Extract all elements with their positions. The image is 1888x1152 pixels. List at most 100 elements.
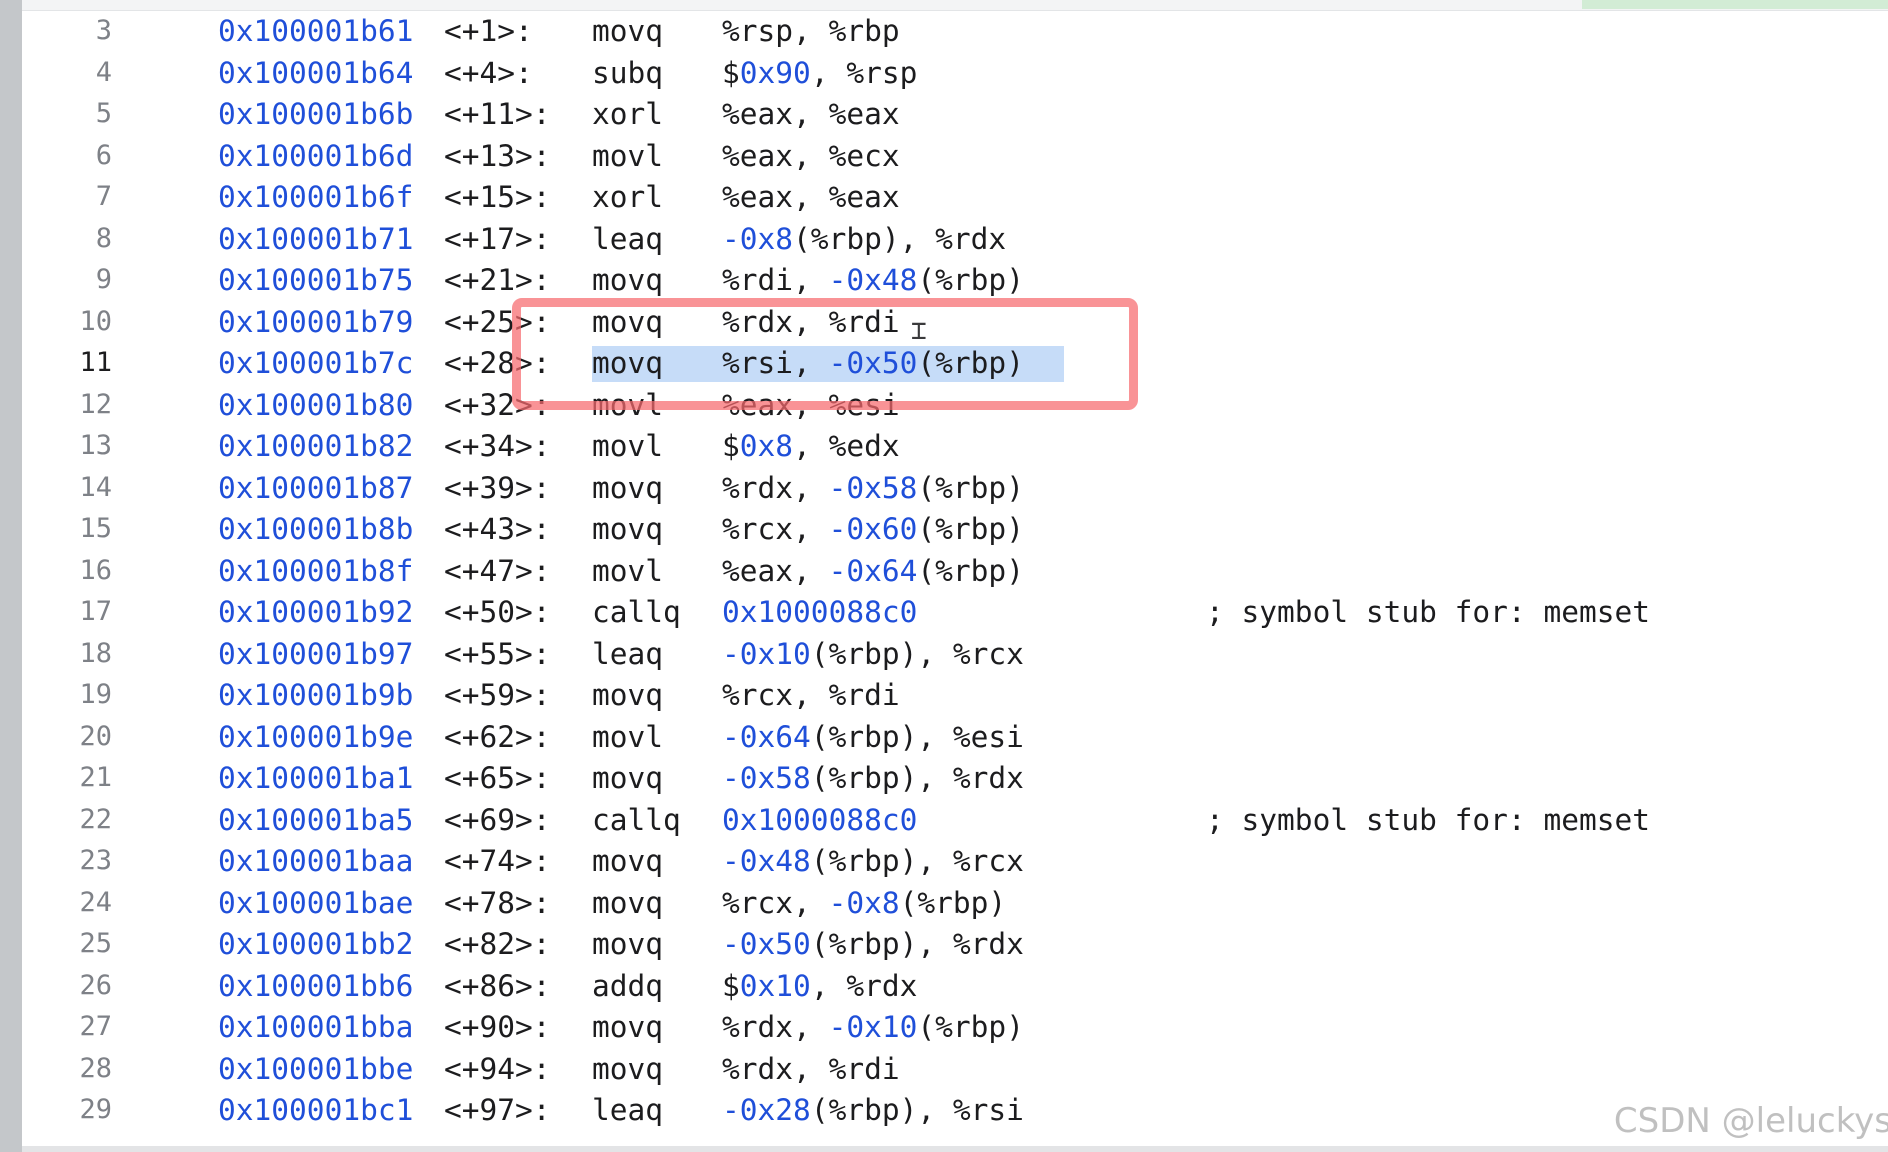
instruction-row[interactable]: 18 0x100001b97 <+55>: leaq -0x10(%rbp), %rcx [22, 633, 1888, 675]
instruction-row[interactable]: 7 0x100001b6f <+15>: xorl %eax, %eax [22, 176, 1888, 218]
instruction-mnemonic: movq [592, 678, 664, 712]
annotation-highlight-box [512, 298, 1138, 410]
instruction-mnemonic: movq [592, 885, 664, 920]
instruction-row[interactable]: 13 0x100001b82 <+34>: movl $0x8, %edx [22, 425, 1888, 467]
line-number: 18 [79, 637, 112, 669]
instruction-row[interactable]: 21 0x100001ba1 <+65>: movq -0x58(%rbp), %rdx [22, 757, 1888, 799]
instruction-offset: <+39>: [444, 470, 551, 505]
instruction-row[interactable]: 27 0x100001bba <+90>: movq %rdx, -0x10(%rbp) [22, 1006, 1888, 1048]
hex-literal: -0x58 [722, 761, 811, 795]
instruction-row[interactable]: 9 0x100001b75 <+21>: movq %rdi, -0x48(%rbp) [22, 259, 1888, 301]
instruction-mnemonic: subq [592, 55, 664, 90]
instruction-offset: <+15>: [444, 180, 551, 214]
hex-literal: -0x64 [828, 553, 918, 588]
instruction-operands: %rdx, %rdi [722, 1048, 900, 1090]
hex-literal: -0x8 [828, 885, 900, 920]
instruction-mnemonic: movq [592, 512, 664, 546]
operand-text: (%rbp) [917, 1010, 1024, 1044]
instruction-mnemonic: xorl [592, 97, 664, 131]
instruction-mnemonic: leaq [592, 636, 664, 671]
instruction-address: 0x100001ba5 [218, 802, 414, 837]
instruction-mnemonic: leaq [592, 221, 664, 256]
instruction-mnemonic: callq [592, 595, 681, 629]
instruction-row[interactable]: 14 0x100001b87 <+39>: movq %rdx, -0x58(%rbp) [22, 467, 1888, 509]
watermark: CSDN @leluckys [1613, 1101, 1888, 1141]
instruction-row[interactable]: 25 0x100001bb2 <+82>: movq -0x50(%rbp), %rdx [22, 923, 1888, 965]
instruction-row[interactable]: 26 0x100001bb6 <+86>: addq $0x10, %rdx [22, 965, 1888, 1007]
hex-literal: -0x60 [828, 512, 918, 546]
line-number: 21 [79, 762, 112, 793]
instruction-address: 0x100001bbe [218, 1051, 414, 1086]
instruction-operands: -0x50(%rbp), %rdx [722, 923, 1024, 965]
instruction-row[interactable]: 29 0x100001bc1 <+97>: leaq -0x28(%rbp), %rsi [22, 1089, 1888, 1131]
line-number: 5 [95, 98, 112, 129]
operand-text: (%rbp) [917, 263, 1024, 297]
line-number: 4 [95, 56, 112, 88]
instruction-row[interactable]: 5 0x100001b6b <+11>: xorl %eax, %eax [22, 93, 1888, 135]
instruction-row[interactable]: 20 0x100001b9e <+62>: movl -0x64(%rbp), %esi [22, 716, 1888, 758]
instruction-offset: <+1>: [444, 14, 533, 48]
instruction-row[interactable]: 28 0x100001bbe <+94>: movq %rdx, %rdi [22, 1048, 1888, 1090]
instruction-row[interactable]: 15 0x100001b8b <+43>: movq %rcx, -0x60(%rbp) [22, 508, 1888, 550]
instruction-row[interactable]: 16 0x100001b8f <+47>: movl %eax, -0x64(%rbp) [22, 550, 1888, 592]
instruction-row[interactable]: 8 0x100001b71 <+17>: leaq -0x8(%rbp), %rdx [22, 218, 1888, 260]
instruction-address: 0x100001b6d [218, 138, 414, 173]
instruction-address: 0x100001bba [218, 1010, 414, 1044]
instruction-mnemonic: movl [592, 719, 664, 754]
instruction-offset: <+97>: [444, 1093, 551, 1127]
instruction-row[interactable]: 19 0x100001b9b <+59>: movq %rcx, %rdi [22, 674, 1888, 716]
instruction-row[interactable]: 23 0x100001baa <+74>: movq -0x48(%rbp), %rcx [22, 840, 1888, 882]
operand-text: (%rbp), %rsi [810, 1093, 1024, 1127]
operand-text: %rcx, [722, 885, 829, 920]
operand-text: (%rbp), %rdx [793, 221, 1007, 256]
instruction-address: 0x100001bc1 [218, 1093, 414, 1127]
operand-text: %rcx, [722, 512, 829, 546]
line-number: 3 [95, 15, 112, 46]
disassembly-view[interactable]: 3 0x100001b61 <+1>: movq %rsp, %rbp 4 0x100001… [22, 10, 1888, 1146]
hex-literal: -0x48 [828, 263, 918, 297]
instruction-mnemonic: movl [592, 429, 664, 463]
instruction-mnemonic: movq [592, 761, 664, 795]
instruction-offset: <+47>: [444, 553, 551, 588]
instruction-row[interactable]: 22 0x100001ba5 <+69>: callq 0x1000088c0 ; sym… [22, 799, 1888, 841]
instruction-offset: <+90>: [444, 1010, 551, 1044]
instruction-offset: <+78>: [444, 885, 551, 920]
instruction-row[interactable]: 17 0x100001b92 <+50>: callq 0x1000088c0 ; sym… [22, 591, 1888, 633]
instruction-address: 0x100001bb2 [218, 927, 414, 961]
bottom-scroll-edge [22, 1146, 1888, 1152]
line-number: 27 [79, 1011, 112, 1042]
line-number: 26 [79, 969, 112, 1001]
instruction-row[interactable]: 4 0x100001b64 <+4>: subq $0x90, %rsp [22, 52, 1888, 94]
instruction-address: 0x100001baa [218, 844, 414, 878]
instruction-address: 0x100001bb6 [218, 968, 414, 1003]
instruction-offset: <+50>: [444, 595, 551, 629]
operand-text: (%rbp), %rcx [810, 844, 1024, 878]
instruction-row[interactable]: 6 0x100001b6d <+13>: movl %eax, %ecx [22, 135, 1888, 177]
line-number: 9 [95, 264, 112, 295]
hex-literal: -0x48 [722, 844, 811, 878]
line-number: 24 [79, 886, 112, 918]
instruction-mnemonic: leaq [592, 1093, 664, 1127]
instruction-operands: %eax, %eax [722, 176, 900, 218]
instruction-mnemonic: movq [592, 844, 664, 878]
line-number: 29 [79, 1094, 112, 1125]
instruction-row[interactable]: 3 0x100001b61 <+1>: movq %rsp, %rbp [22, 10, 1888, 52]
instruction-row[interactable]: 24 0x100001bae <+78>: movq %rcx, -0x8(%rbp) [22, 882, 1888, 924]
top-progress-accent [1582, 0, 1888, 9]
hex-literal: 0x1000088c0 [722, 595, 918, 629]
operand-text: %rdi, [722, 263, 829, 297]
instruction-address: 0x100001b9b [218, 678, 414, 712]
hex-literal: -0x50 [722, 927, 811, 961]
instruction-mnemonic: movq [592, 14, 664, 48]
instruction-address: 0x100001bae [218, 885, 414, 920]
instruction-mnemonic: movl [592, 138, 664, 173]
instruction-operands: %eax, %eax [722, 93, 900, 135]
instruction-address: 0x100001b64 [218, 55, 414, 90]
line-number: 6 [95, 139, 112, 171]
instruction-address: 0x100001b8f [218, 553, 414, 588]
instruction-comment: ; symbol stub for: memset [1206, 802, 1651, 837]
instruction-operands: $0x90, %rsp [722, 52, 917, 94]
instruction-address: 0x100001b92 [218, 595, 414, 629]
operand-text: , %rsp [810, 55, 918, 90]
operand-text: (%rbp), %esi [810, 719, 1024, 754]
